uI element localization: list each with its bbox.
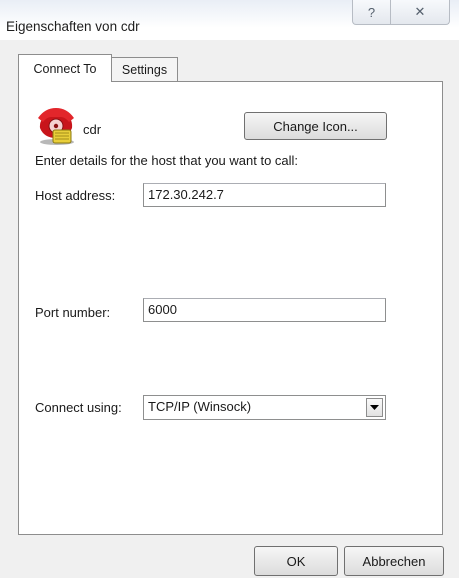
connection-name: cdr — [83, 122, 102, 137]
port-number-label: Port number: — [35, 305, 111, 320]
tab-connect-to[interactable]: Connect To — [18, 54, 112, 82]
connect-using-select[interactable]: TCP/IP (Winsock) — [143, 395, 386, 420]
connect-using-value: TCP/IP (Winsock) — [148, 399, 252, 414]
close-button[interactable]: ✕ — [391, 0, 450, 25]
ok-button[interactable]: OK — [254, 546, 338, 576]
dropdown-arrow-icon[interactable] — [366, 398, 383, 417]
red-telephone-icon — [38, 108, 74, 145]
close-icon: ✕ — [414, 4, 426, 19]
title-bar: Eigenschaften von cdr ? ✕ — [0, 0, 459, 40]
help-button[interactable]: ? — [352, 0, 391, 25]
instruction-text: Enter details for the host that you want… — [35, 153, 299, 168]
port-number-input[interactable]: 6000 — [143, 298, 386, 322]
host-address-input[interactable]: 172.30.242.7 — [143, 183, 386, 207]
help-icon: ? — [367, 4, 376, 20]
tab-settings[interactable]: Settings — [112, 57, 178, 81]
window-title: Eigenschaften von cdr — [6, 19, 140, 34]
connect-using-label: Connect using: — [35, 400, 122, 415]
change-icon-button[interactable]: Change Icon... — [244, 112, 387, 140]
cancel-button[interactable]: Abbrechen — [344, 546, 444, 576]
connect-to-panel: cdr Change Icon... Enter details for the… — [18, 81, 443, 535]
properties-dialog: Connect To Settings cdr Change Icon... E… — [0, 40, 459, 578]
host-address-label: Host address: — [35, 188, 116, 203]
